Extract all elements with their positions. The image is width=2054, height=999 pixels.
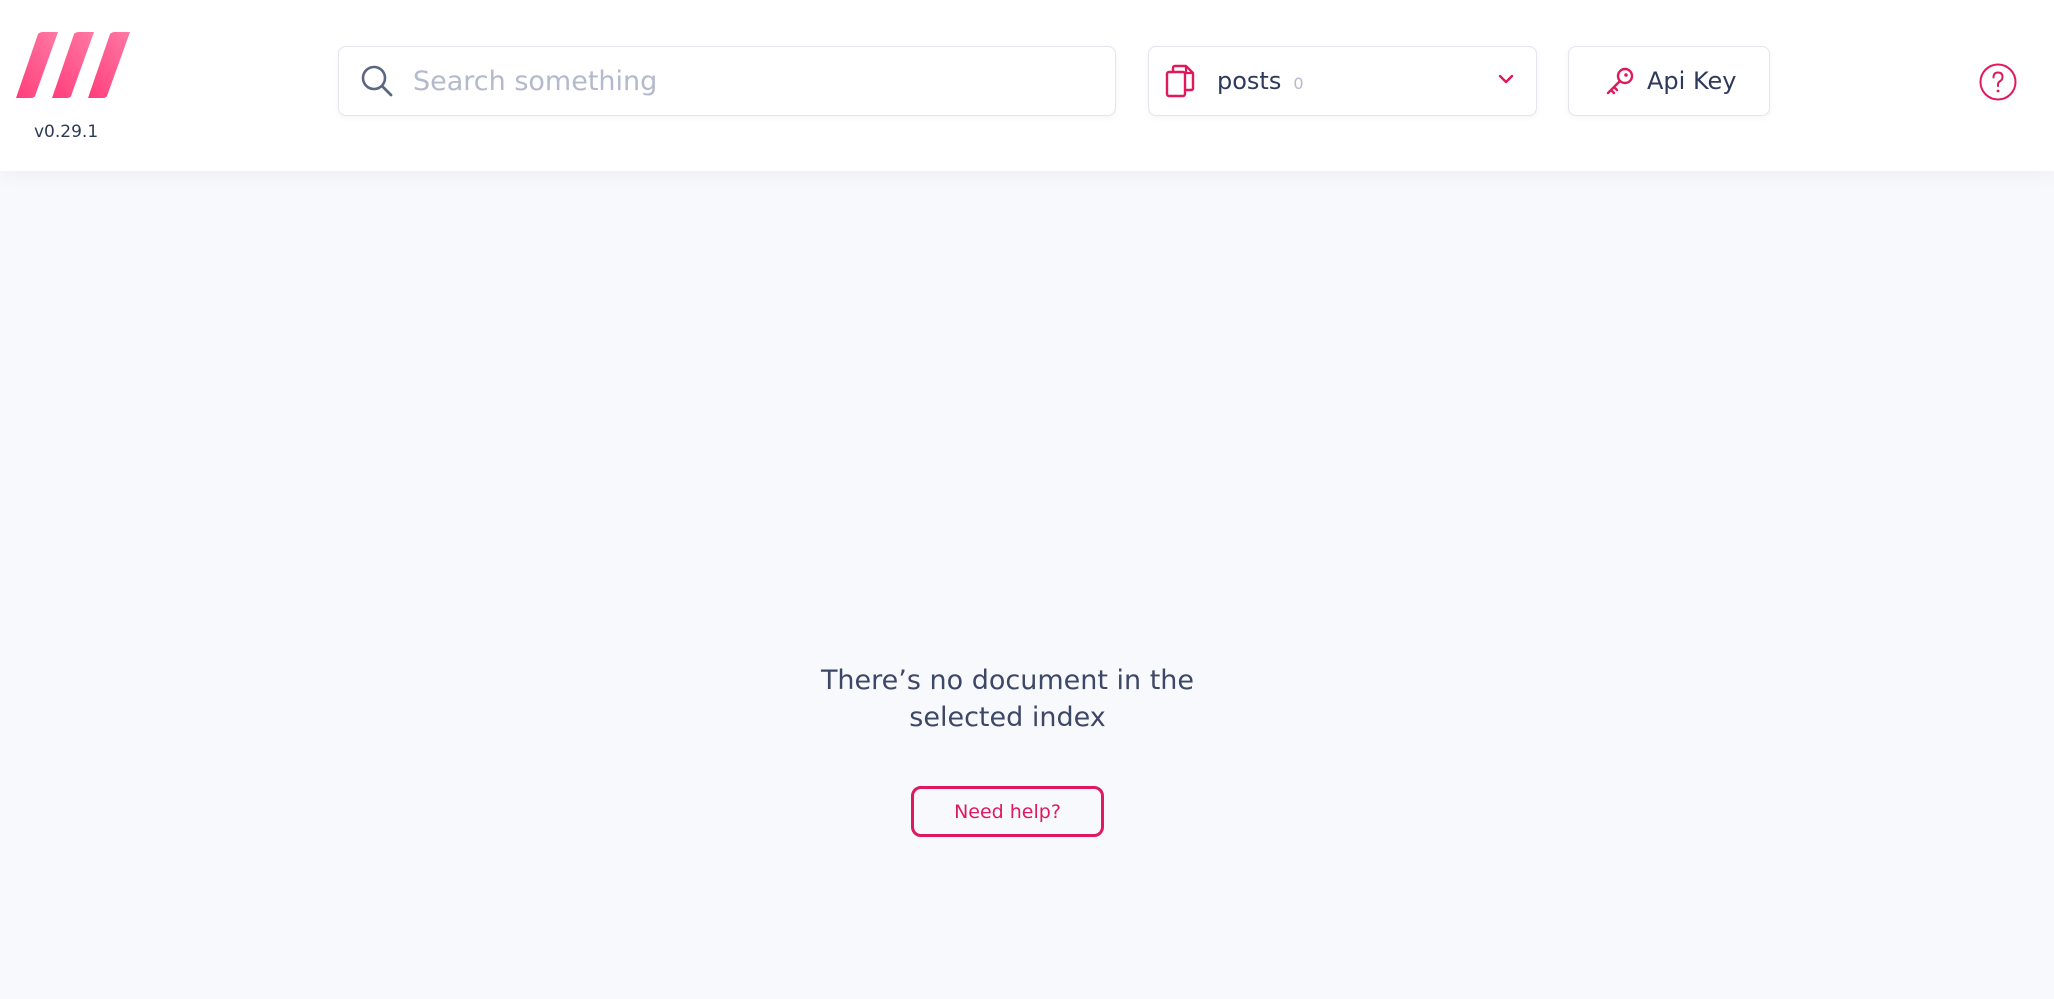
help-circle-icon[interactable] <box>1979 63 2017 101</box>
document-count-badge: 0 <box>1293 73 1304 93</box>
search-icon <box>361 65 393 97</box>
empty-state-message: There’s no document in the selected inde… <box>820 665 1195 733</box>
search-bar[interactable] <box>338 46 1116 116</box>
selected-index-name: posts <box>1217 67 1282 95</box>
documents-icon <box>1165 64 1195 98</box>
api-key-label: Api Key <box>1647 67 1737 95</box>
key-icon <box>1606 67 1634 95</box>
need-help-button[interactable]: Need help? <box>911 786 1104 837</box>
app-version: v0.29.1 <box>34 122 99 142</box>
api-key-button[interactable]: Api Key <box>1568 46 1770 116</box>
top-header: v0.29.1 posts 0 Api Key <box>0 0 2054 171</box>
chevron-down-icon[interactable] <box>1498 73 1514 85</box>
meilisearch-logo-icon[interactable] <box>16 32 130 100</box>
index-selector[interactable]: posts 0 <box>1148 46 1537 116</box>
search-input[interactable] <box>411 64 1075 98</box>
